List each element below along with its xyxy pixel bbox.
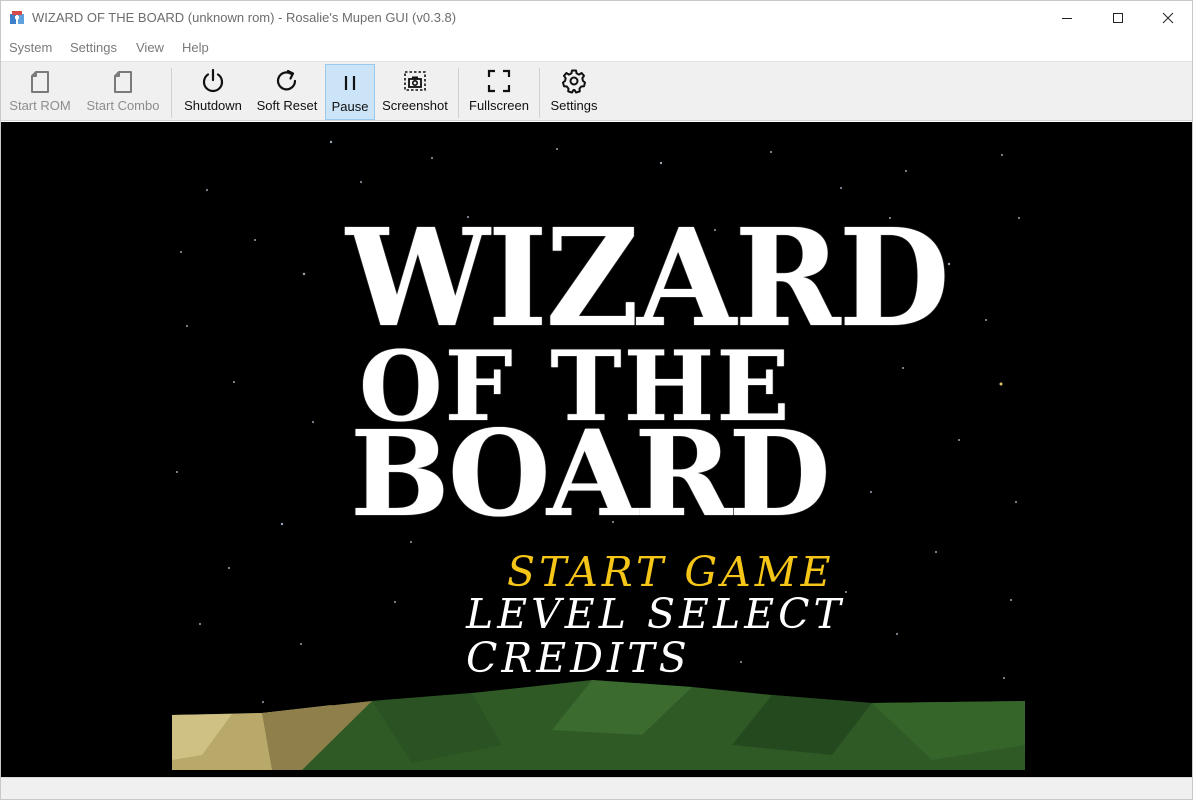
maximize-button[interactable] — [1093, 1, 1143, 34]
menu-option-level-select: LEVEL SELECT — [466, 590, 845, 638]
title-bar[interactable]: WIZARD OF THE BOARD (unknown rom) - Rosa… — [1, 1, 1192, 35]
menu-system[interactable]: System — [9, 40, 52, 55]
game-screen[interactable]: WIZARD OF THE BOARD START GAME LEVEL SEL… — [1, 122, 1192, 777]
settings-label: Settings — [550, 98, 598, 113]
pause-label: Pause — [331, 99, 369, 114]
minimize-button[interactable] — [1042, 1, 1092, 34]
menu-settings[interactable]: Settings — [70, 40, 117, 55]
app-icon — [10, 11, 24, 24]
window-title: WIZARD OF THE BOARD (unknown rom) - Rosa… — [32, 10, 457, 25]
status-bar — [1, 777, 1192, 799]
toolbar-separator — [458, 68, 459, 118]
fullscreen-icon — [487, 69, 511, 93]
document-icon — [31, 71, 49, 93]
screenshot-label: Screenshot — [382, 98, 448, 113]
settings-button[interactable]: Settings — [546, 64, 602, 120]
screenshot-button[interactable]: Screenshot — [379, 64, 451, 120]
camera-icon — [404, 71, 426, 91]
toolbar-separator — [171, 68, 172, 118]
shutdown-label: Shutdown — [184, 98, 242, 113]
emulator-window: WIZARD OF THE BOARD (unknown rom) - Rosa… — [0, 0, 1193, 800]
start-combo-label: Start Combo — [86, 98, 160, 113]
refresh-icon — [276, 69, 297, 91]
minimize-icon — [1062, 17, 1072, 19]
document-icon — [114, 71, 132, 93]
close-icon — [1162, 12, 1174, 23]
pause-button[interactable]: Pause — [325, 64, 375, 120]
toolbar-separator — [539, 68, 540, 118]
game-ground — [172, 680, 1025, 770]
menu-help[interactable]: Help — [182, 40, 209, 55]
fullscreen-button[interactable]: Fullscreen — [465, 64, 533, 120]
close-button[interactable] — [1143, 1, 1193, 34]
toolbar: Start ROM Start Combo Shutdown Soft Rese… — [1, 61, 1192, 121]
soft-reset-button[interactable]: Soft Reset — [254, 64, 320, 120]
soft-reset-label: Soft Reset — [256, 98, 318, 113]
start-rom-label: Start ROM — [9, 98, 71, 113]
start-rom-button[interactable]: Start ROM — [5, 64, 75, 120]
menu-view[interactable]: View — [136, 40, 164, 55]
start-combo-button[interactable]: Start Combo — [81, 64, 165, 120]
menu-bar: System Settings View Help — [1, 37, 1192, 59]
shutdown-button[interactable]: Shutdown — [178, 64, 248, 120]
power-icon — [202, 68, 224, 93]
gear-icon — [562, 69, 586, 94]
fullscreen-label: Fullscreen — [469, 98, 529, 113]
pause-icon — [344, 76, 356, 90]
maximize-icon — [1113, 12, 1123, 23]
menu-option-start-game: START GAME — [507, 548, 835, 596]
game-logo-line-3: BOARD — [350, 404, 831, 543]
